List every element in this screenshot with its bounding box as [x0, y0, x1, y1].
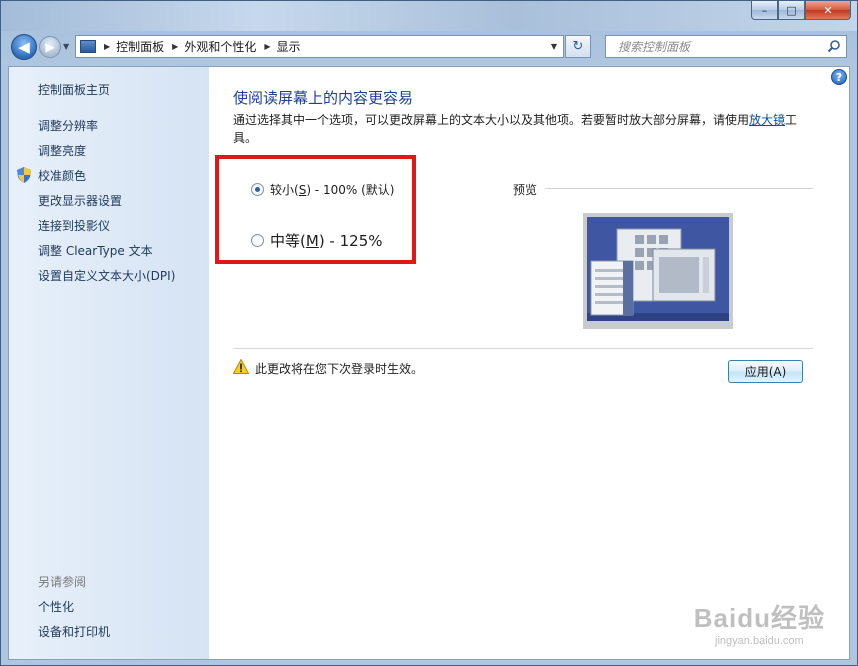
magnifier-link[interactable]: 放大镜 [749, 113, 785, 127]
breadcrumb-control-panel[interactable]: 控制面板 [116, 38, 164, 55]
see-also-heading: 另请参阅 [38, 575, 87, 589]
sidebar: 控制面板主页 调整分辨率 调整亮度 校准颜色 更改显示器设置 连接到投影仪 调整… [9, 67, 209, 659]
search-input[interactable] [618, 39, 818, 54]
address-dropdown-icon[interactable]: ▼ [545, 36, 563, 57]
option-medium-suffix: ) - 125% [318, 231, 383, 250]
close-button[interactable]: ✕ [805, 1, 851, 20]
description-text: 通过选择其中一个选项，可以更改屏幕上的文本大小以及其他项。若要暂时放大部分屏幕，… [233, 113, 750, 127]
watermark-logo: Baidu经验 [693, 603, 825, 633]
search-box[interactable] [605, 35, 847, 58]
watermark-url: jingyan.baidu.com [715, 635, 804, 647]
recent-pages-chevron-icon[interactable]: ▼ [63, 42, 69, 51]
option-smaller[interactable]: 较小(S) - 100% (默认) [251, 181, 394, 198]
sidebar-link-display-settings[interactable]: 更改显示器设置 [38, 192, 122, 209]
preview-label: 预览 [513, 183, 538, 197]
description: 通过选择其中一个选项，可以更改屏幕上的文本大小以及其他项。若要暂时放大部分屏幕，… [233, 111, 813, 147]
preview-image [583, 213, 733, 329]
refresh-button[interactable]: ↻ [565, 35, 591, 58]
help-icon[interactable]: ? [831, 69, 847, 85]
warning-icon [233, 359, 249, 374]
option-medium-prefix: 中等( [270, 232, 306, 250]
sidebar-link-cleartype[interactable]: 调整 ClearType 文本 [38, 242, 153, 259]
maximize-button[interactable]: □ [778, 1, 805, 20]
address-bar[interactable]: ▶ 控制面板 ▶ 外观和个性化 ▶ 显示 ▼ [75, 35, 564, 58]
option-smaller-prefix: 较小( [270, 183, 299, 197]
option-medium[interactable]: 中等(M) - 125% [251, 230, 383, 251]
navigation-bar: ◀ ▶ ▼ ▶ 控制面板 ▶ 外观和个性化 ▶ 显示 ▼ ↻ [7, 31, 851, 63]
sidebar-link-projector[interactable]: 连接到投影仪 [38, 217, 110, 234]
back-button[interactable]: ◀ [11, 34, 37, 60]
control-panel-icon [80, 40, 96, 53]
crumb-separator-icon[interactable]: ▶ [104, 42, 110, 51]
minimize-button[interactable]: – [751, 1, 778, 20]
radio-smaller[interactable] [251, 183, 264, 196]
sidebar-link-calibrate-color[interactable]: 校准颜色 [38, 167, 86, 184]
forward-button[interactable]: ▶ [39, 36, 61, 58]
uac-shield-icon [17, 167, 31, 183]
apply-button[interactable]: 应用(A) [728, 360, 803, 383]
content-area: 控制面板主页 调整分辨率 调整亮度 校准颜色 更改显示器设置 连接到投影仪 调整… [8, 66, 850, 660]
main-panel: ? 使阅读屏幕上的内容更容易 通过选择其中一个选项，可以更改屏幕上的文本大小以及… [209, 67, 849, 659]
crumb-separator-icon[interactable]: ▶ [264, 42, 270, 51]
sidebar-link-devices-printers[interactable]: 设备和打印机 [38, 623, 110, 640]
search-icon[interactable] [827, 39, 841, 53]
option-medium-key: M [305, 231, 319, 250]
option-smaller-suffix: ) - 100% (默认) [306, 183, 395, 197]
baidu-watermark: Baidu经验 jingyan.baidu.com [694, 598, 825, 647]
crumb-separator-icon[interactable]: ▶ [172, 42, 178, 51]
sidebar-link-brightness[interactable]: 调整亮度 [38, 142, 86, 159]
breadcrumb-display[interactable]: 显示 [277, 38, 301, 55]
title-bar [1, 1, 857, 31]
breadcrumb-appearance[interactable]: 外观和个性化 [184, 38, 256, 55]
radio-medium[interactable] [251, 234, 264, 247]
warning-text: 此更改将在您下次登录时生效。 [255, 362, 424, 376]
control-panel-window: – □ ✕ ◀ ▶ ▼ ▶ 控制面板 ▶ 外观和个性化 ▶ 显示 ▼ ↻ 控制面… [0, 0, 858, 666]
sidebar-link-home[interactable]: 控制面板主页 [38, 81, 110, 98]
page-title: 使阅读屏幕上的内容更容易 [233, 89, 414, 107]
option-smaller-key: S [298, 182, 307, 197]
sidebar-link-resolution[interactable]: 调整分辨率 [38, 117, 98, 134]
window-controls: – □ ✕ [751, 1, 851, 20]
preview-divider [545, 188, 813, 189]
sidebar-link-custom-dpi[interactable]: 设置自定义文本大小(DPI) [38, 267, 175, 284]
sidebar-link-personalization[interactable]: 个性化 [38, 598, 74, 615]
section-divider [233, 348, 813, 349]
